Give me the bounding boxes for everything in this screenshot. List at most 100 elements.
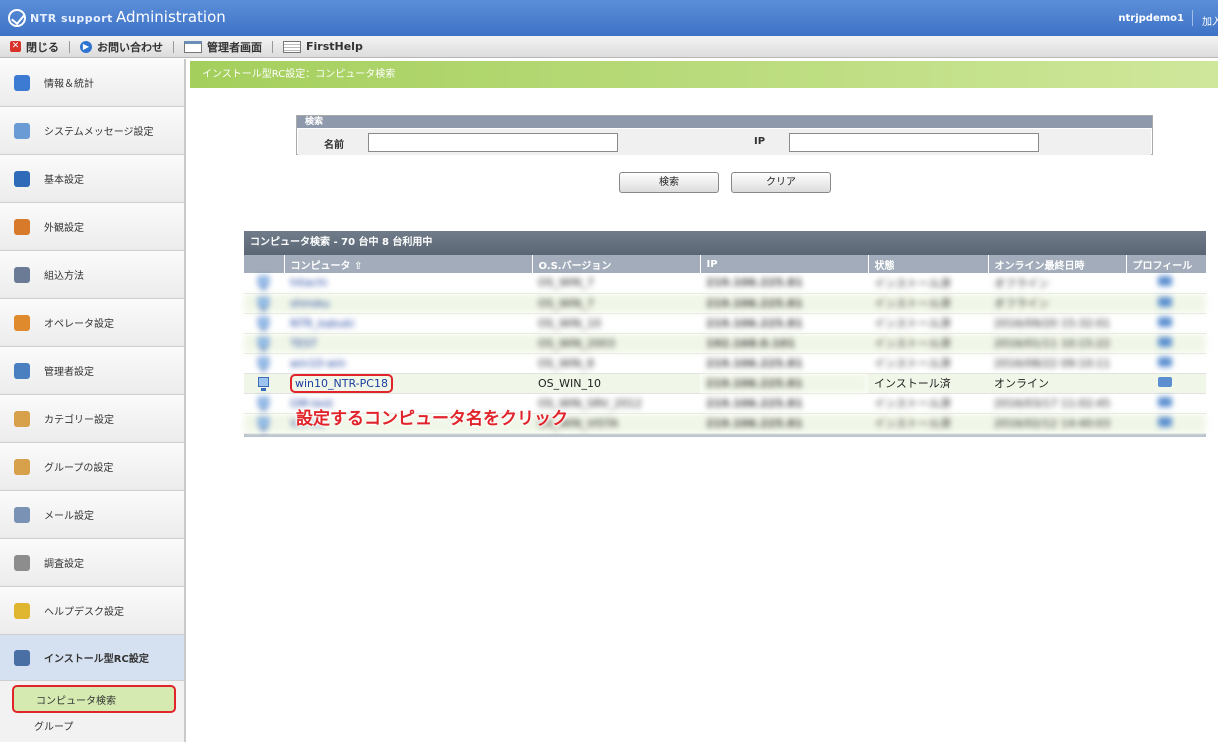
last-online-cell: 2016/01/11 10:15:22 — [988, 333, 1126, 354]
sidebar-item-embed[interactable]: 組込方法 — [0, 251, 184, 299]
name-input[interactable] — [368, 133, 618, 152]
sidebar-item-appearance[interactable]: 外観設定 — [0, 203, 184, 251]
sidebar: 情報＆統計 システムメッセージ設定 基本設定 外観設定 組込方法 オペレータ設定… — [0, 59, 186, 742]
computer-link[interactable]: shiroku — [290, 297, 330, 310]
profile-icon[interactable] — [1158, 416, 1172, 427]
profile-icon[interactable] — [1158, 276, 1172, 287]
column-header-icon — [244, 255, 284, 273]
sidebar-item-label: システムメッセージ設定 — [44, 127, 154, 138]
user-name[interactable]: ntrjpdemo1 — [1118, 13, 1184, 24]
close-button[interactable]: ✕ 閉じる — [0, 36, 69, 58]
last-online-cell: 2016/09/20 15:32:01 — [988, 313, 1126, 334]
status-cell: インストール済 — [868, 353, 988, 374]
sidebar-item-label: カテゴリー設定 — [44, 415, 114, 426]
last-online-cell: オフライン — [988, 273, 1126, 294]
column-header-ip[interactable]: IP — [699, 255, 868, 273]
sidebar-item-survey[interactable]: 調査設定 — [0, 539, 184, 587]
column-header-status[interactable]: 状態 — [867, 255, 988, 273]
sidebar-item-operator[interactable]: オペレータ設定 — [0, 299, 184, 347]
category-icon — [14, 410, 30, 427]
sidebar-item-basic-settings[interactable]: 基本設定 — [0, 155, 184, 203]
status-cell: インストール済 — [868, 373, 988, 394]
sidebar-item-label: 調査設定 — [44, 559, 84, 570]
subnav-group[interactable]: グループ — [0, 713, 184, 737]
sidebar-item-label: 基本設定 — [44, 175, 84, 186]
ip-cell: 219.106.225.81 — [700, 273, 868, 294]
table-row: hitachi OS_WIN_7 219.106.225.81 インストール済 … — [244, 273, 1206, 294]
annotation-callout: 設定するコンピュータ名をクリック — [296, 409, 568, 429]
sidebar-item-label: 管理者設定 — [44, 367, 94, 378]
profile-icon[interactable] — [1158, 356, 1172, 367]
computer-link-highlighted[interactable]: win10_NTR-PC18 — [290, 373, 393, 393]
sidebar-item-label: 情報＆統計 — [44, 79, 94, 90]
profile-icon[interactable] — [1158, 316, 1172, 327]
results-title: コンピュータ検索 - 70 台中 8 台利用中 — [244, 231, 1206, 255]
first-help-label: FirstHelp — [306, 40, 363, 53]
sidebar-item-system-message[interactable]: システムメッセージ設定 — [0, 107, 184, 155]
sidebar-item-label: ヘルプデスク設定 — [44, 607, 124, 618]
os-cell: OS_WIN_7 — [532, 293, 700, 314]
computer-link[interactable]: NTR_kabuki — [290, 317, 354, 330]
computer-icon — [258, 396, 269, 411]
computer-link[interactable]: win10-win — [290, 357, 346, 370]
last-online-cell: 2016/08/22 09:10:11 — [988, 353, 1126, 374]
search-panel: 検索 名前 IP — [296, 115, 1153, 155]
computer-link[interactable]: hitachi — [290, 276, 327, 289]
profile-icon[interactable] — [1158, 296, 1172, 307]
appearance-icon — [14, 218, 30, 235]
logo-icon — [8, 9, 26, 27]
name-label: 名前 — [324, 140, 344, 151]
computer-icon — [258, 416, 269, 431]
ip-cell: 219.106.225.81 — [700, 353, 868, 374]
ip-label: IP — [754, 136, 766, 147]
os-cell: OS_WIN_2003 — [532, 333, 700, 354]
results-footer — [244, 433, 1206, 437]
last-online-cell: オフライン — [988, 293, 1126, 314]
status-cell: インストール済 — [868, 333, 988, 354]
sidebar-item-stats[interactable]: 情報＆統計 — [0, 59, 184, 107]
admin-screen-button[interactable]: 管理者画面 — [174, 36, 272, 58]
computer-link[interactable]: TEST — [290, 337, 317, 350]
contact-button[interactable]: ▶ お問い合わせ — [70, 36, 173, 58]
breadcrumb: インストール型RC設定：コンピュータ検索 — [190, 61, 1218, 88]
subnav-computer-search[interactable]: コンピュータ検索 — [12, 685, 176, 713]
search-row: 名前 IP — [298, 129, 1151, 155]
table-row: TEST OS_WIN_2003 192.168.0.101 インストール済 2… — [244, 333, 1206, 354]
profile-icon[interactable] — [1158, 336, 1172, 347]
table-row: shiroku OS_WIN_7 219.106.225.81 インストール済 … — [244, 293, 1206, 314]
helpdesk-icon — [14, 602, 30, 619]
column-header-last-online[interactable]: オンライン最終日時 — [987, 255, 1126, 273]
mail-icon — [14, 506, 30, 523]
user-more[interactable]: 加入 — [1202, 13, 1218, 28]
profile-icon[interactable] — [1158, 396, 1172, 407]
sidebar-item-mail[interactable]: メール設定 — [0, 491, 184, 539]
sidebar-item-label: 外観設定 — [44, 223, 84, 234]
sidebar-item-label: オペレータ設定 — [44, 319, 114, 330]
status-cell: インストール済 — [868, 313, 988, 334]
logo-text: NTR support — [30, 11, 113, 25]
search-panel-title: 検索 — [297, 116, 1152, 128]
sidebar-item-install-rc[interactable]: インストール型RC設定 — [0, 635, 184, 681]
first-help-button[interactable]: FirstHelp — [273, 36, 373, 58]
table-row: win10-win OS_WIN_8 219.106.225.81 インストール… — [244, 353, 1206, 374]
computer-icon — [258, 336, 269, 351]
sidebar-item-label: メール設定 — [44, 511, 94, 522]
column-header-computer[interactable]: コンピュータ ⇧ — [283, 255, 532, 273]
computer-icon — [258, 296, 269, 311]
column-header-os[interactable]: O.S.バージョン — [531, 255, 700, 273]
sidebar-item-admin[interactable]: 管理者設定 — [0, 347, 184, 395]
sidebar-item-group[interactable]: グループの設定 — [0, 443, 184, 491]
ip-input[interactable] — [789, 133, 1039, 152]
clear-button[interactable]: クリア — [731, 172, 831, 193]
last-online-cell: オンライン — [988, 373, 1126, 394]
ip-cell: 219.106.225.81 — [700, 413, 868, 434]
status-cell: インストール済 — [868, 273, 988, 294]
os-cell: OS_WIN_10 — [532, 313, 700, 334]
message-icon — [14, 122, 30, 139]
sidebar-item-category[interactable]: カテゴリー設定 — [0, 395, 184, 443]
search-button[interactable]: 検索 — [619, 172, 719, 193]
profile-icon[interactable] — [1158, 376, 1172, 387]
survey-icon — [14, 554, 30, 571]
sidebar-item-helpdesk[interactable]: ヘルプデスク設定 — [0, 587, 184, 635]
table-row: NTR_kabuki OS_WIN_10 219.106.225.81 インスト… — [244, 313, 1206, 334]
